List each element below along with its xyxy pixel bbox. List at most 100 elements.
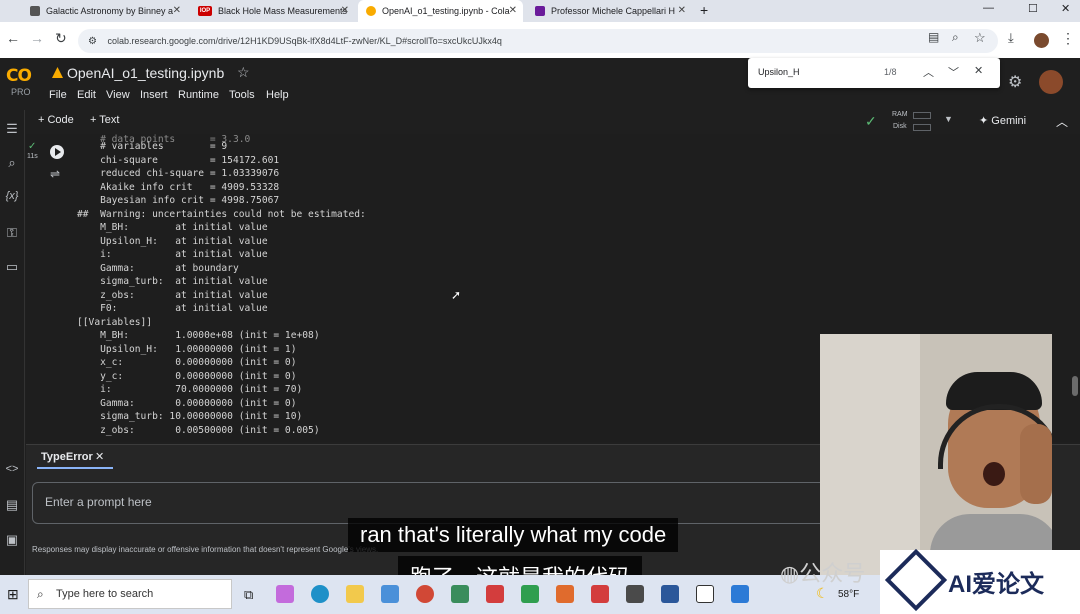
task-view-icon[interactable]: ⧉ — [244, 587, 253, 603]
code-snippets-icon[interactable]: <> — [3, 463, 21, 475]
copilot-icon[interactable] — [276, 585, 294, 603]
book-icon — [30, 6, 40, 16]
output-line: Upsilon_H: 1.00000000 (init = 1) — [77, 343, 297, 355]
url-text: colab.research.google.com/drive/12H1KD9U… — [107, 36, 502, 46]
close-tab-icon[interactable]: ✕ — [509, 5, 517, 16]
app-icon[interactable] — [556, 585, 574, 603]
back-icon[interactable]: ← — [6, 30, 20, 46]
app-icon[interactable] — [486, 585, 504, 603]
webcam-overlay — [820, 334, 1052, 575]
settings-gear-icon[interactable]: ⚙ — [1008, 72, 1022, 92]
menu-file[interactable]: File — [49, 89, 67, 101]
output-line: chi-square = 154172.601 — [77, 154, 280, 166]
execution-time: 11s — [27, 153, 38, 160]
output-line: F0: at initial value — [77, 303, 268, 314]
taskbar-search-box[interactable]: ⌕ Type here to search — [28, 579, 232, 609]
output-scrollbar[interactable] — [1072, 376, 1078, 396]
tab-professor[interactable]: Professor Michele Cappellari H ✕ — [527, 0, 692, 22]
url-bar[interactable]: ⚙ colab.research.google.com/drive/12H1KD… — [78, 29, 998, 53]
find-bar: Upsilon_H 1/8 ︿ ﹀ ✕ — [748, 58, 1000, 88]
forward-icon[interactable]: → — [30, 30, 44, 46]
new-tab-button[interactable]: + — [700, 2, 708, 18]
secrets-key-icon[interactable]: ⚿ — [3, 225, 21, 241]
menu-edit[interactable]: Edit — [77, 89, 96, 101]
add-text-button[interactable]: + Text — [90, 114, 119, 126]
minimize-icon[interactable]: — — [983, 2, 994, 14]
find-count: 1/8 — [884, 67, 897, 77]
close-tab-icon[interactable]: ✕ — [678, 5, 686, 16]
download-icon[interactable]: ⤓ — [1008, 30, 1014, 46]
star-icon[interactable]: ☆ — [237, 64, 250, 81]
maximize-icon[interactable]: ☐ — [1028, 2, 1038, 15]
user-avatar[interactable] — [1039, 70, 1063, 94]
tab-title: Black Hole Mass Measurements — [218, 6, 348, 16]
variables-icon[interactable]: {x} — [3, 190, 21, 202]
find-close-icon[interactable]: ✕ — [974, 64, 983, 77]
prompt-placeholder: Enter a prompt here — [45, 495, 152, 509]
search-icon: ⌕ — [37, 587, 44, 601]
reload-icon[interactable]: ↻ — [55, 30, 67, 47]
colab-icon — [366, 6, 376, 16]
file-explorer-icon[interactable] — [346, 585, 364, 603]
menu-tools[interactable]: Tools — [229, 89, 255, 101]
menu-help[interactable]: Help — [266, 89, 289, 101]
files-folder-icon[interactable]: ▭ — [3, 259, 21, 275]
output-line: y_c: 0.00000000 (init = 0) — [77, 370, 297, 382]
find-next-icon[interactable]: ﹀ — [948, 64, 959, 80]
tab-colab-notebook[interactable]: OpenAI_o1_testing.ipynb - Cola ✕ — [358, 0, 523, 22]
toc-icon[interactable]: ☰ — [3, 121, 21, 137]
app-icon[interactable] — [451, 585, 469, 603]
output-line: Bayesian info crit = 4998.75067 — [77, 195, 280, 206]
app-icon[interactable] — [591, 585, 609, 603]
command-palette-icon[interactable]: ▤ — [3, 497, 21, 513]
app-icon[interactable] — [626, 585, 644, 603]
collapse-chevron-icon[interactable]: ︿ — [1056, 113, 1068, 130]
disk-meter — [913, 124, 931, 131]
close-window-icon[interactable]: ✕ — [1061, 2, 1070, 15]
terminal-icon[interactable]: ▣ — [3, 532, 21, 548]
gemini-button[interactable]: ✦ Gemini — [979, 114, 1026, 127]
vscode-icon[interactable] — [731, 585, 749, 603]
close-panel-tab-icon[interactable]: ✕ — [95, 450, 104, 463]
colab-logo[interactable]: CO — [6, 66, 38, 86]
app-icon[interactable] — [416, 585, 434, 603]
bookmark-star-icon[interactable]: ☆ — [974, 30, 986, 46]
reader-icon[interactable]: ▤ — [928, 30, 939, 44]
find-previous-icon[interactable]: ︿ — [923, 64, 934, 80]
menu-view[interactable]: View — [106, 89, 130, 101]
close-tab-icon[interactable]: ✕ — [173, 5, 181, 16]
output-options-icon[interactable]: ⇌ — [50, 167, 60, 181]
menu-insert[interactable]: Insert — [140, 89, 168, 101]
wall-background — [820, 334, 920, 575]
profile-avatar[interactable] — [1034, 33, 1049, 48]
output-line: sigma_turb: at initial value — [77, 276, 268, 287]
add-code-button[interactable]: + Code — [38, 114, 74, 126]
output-line: x_c: 0.00000000 (init = 0) — [77, 357, 297, 368]
tab-black-hole[interactable]: IOP Black Hole Mass Measurements ✕ — [190, 0, 355, 22]
run-cell-button[interactable] — [50, 145, 64, 159]
gemini-label: Gemini — [991, 115, 1027, 127]
search-icon[interactable]: ⌕ — [3, 155, 21, 171]
notion-icon[interactable] — [696, 585, 714, 603]
windows-start-icon[interactable]: ⊞ — [7, 586, 19, 603]
notebook-title[interactable]: OpenAI_o1_testing.ipynb — [67, 65, 224, 81]
tab-title: Galactic Astronomy by Binney a — [46, 6, 174, 16]
tab-galactic-astronomy[interactable]: Galactic Astronomy by Binney a ✕ — [22, 0, 187, 22]
site-info-icon[interactable]: ⚙ — [88, 36, 97, 47]
zoom-icon[interactable]: ⌕ — [952, 30, 959, 45]
iop-icon: IOP — [198, 6, 212, 16]
runtime-dropdown-icon[interactable]: ▼ — [944, 114, 953, 124]
output-line: z_obs: at initial value — [77, 289, 268, 301]
word-icon[interactable] — [661, 585, 679, 603]
app-icon[interactable] — [521, 585, 539, 603]
panel-tab-typeerror[interactable]: TypeError — [41, 451, 93, 463]
output-line: ## Warning: uncertainties could not be e… — [77, 208, 366, 220]
browser-menu-icon[interactable]: ⋮ — [1061, 30, 1075, 47]
find-input[interactable]: Upsilon_H — [758, 67, 800, 77]
output-line: i: at initial value — [77, 249, 268, 260]
mail-icon[interactable] — [381, 585, 399, 603]
menu-runtime[interactable]: Runtime — [178, 89, 219, 101]
close-tab-icon[interactable]: ✕ — [341, 5, 349, 16]
edge-icon[interactable] — [311, 585, 329, 603]
output-line: Gamma: at boundary — [77, 262, 239, 274]
